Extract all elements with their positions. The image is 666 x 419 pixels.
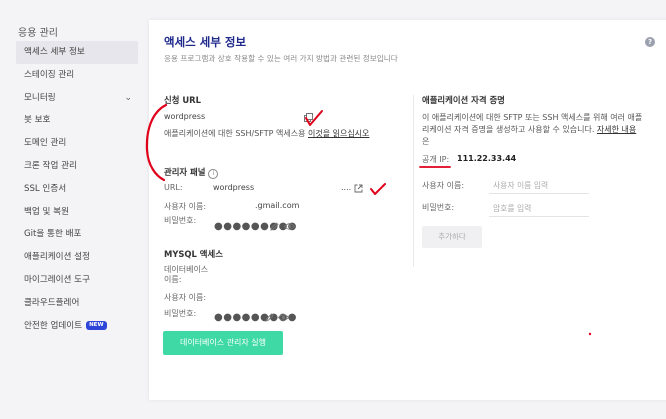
- cred-username-underline: [489, 193, 589, 194]
- admin-username-label: 사용자 이름:: [164, 202, 207, 211]
- admin-panel-heading: 관리자 패널 i: [164, 166, 219, 179]
- sidebar-item-label: 모니터링: [24, 92, 56, 103]
- sidebar-item-label: 마이그레이션 도구: [24, 274, 90, 285]
- mysql-username-label: 사용자 이름:: [164, 293, 207, 302]
- credentials-desc-line3: 은: [422, 137, 430, 146]
- new-badge: NEW: [86, 320, 107, 330]
- sidebar-item-ssl[interactable]: SSL 인증서: [16, 178, 138, 201]
- app-url-heading: 신청 URL: [164, 95, 201, 105]
- sidebar-item-label: Git을 통한 배포: [24, 229, 82, 240]
- sidebar-item-staging[interactable]: 스테이징 관리: [16, 64, 138, 87]
- admin-url-suffix: ....: [341, 183, 352, 192]
- sidebar-item-label: 액세스 세부 정보: [24, 47, 85, 57]
- mysql-db-label: 데이터베이스 이름:: [164, 265, 209, 284]
- launch-db-manager-button[interactable]: 데이터베이스 관리자 실행: [163, 331, 283, 355]
- mysql-password-label: 비밀번호:: [164, 309, 197, 318]
- pencil-icon[interactable]: [265, 313, 274, 322]
- sidebar-item-backup[interactable]: 백업 및 복원: [16, 201, 138, 224]
- public-ip-label: 공개 IP:: [422, 155, 450, 164]
- learn-more-link[interactable]: 자세한 내용: [597, 125, 636, 134]
- sidebar-heading: 응용 관리: [18, 28, 58, 39]
- sidebar-item-label: 애플리케이션 설정: [24, 252, 90, 263]
- chevron-down-icon: ⌄: [124, 92, 132, 103]
- sidebar-item-label: 스테이징 관리: [24, 69, 75, 80]
- ssh-note-text: 애플리케이션에 대한 SSH/SFTP 액세스용: [164, 129, 306, 138]
- sidebar-item-safe-updates[interactable]: 안전한 업데이트 NEW: [16, 315, 138, 338]
- sidebar-item-app-settings[interactable]: 애플리케이션 설정: [16, 246, 138, 269]
- app-url-value[interactable]: wordpress: [164, 112, 205, 121]
- admin-url-value[interactable]: wordpress: [213, 183, 254, 192]
- page-subtitle: 응용 프로그램과 상호 작용할 수 있는 여러 가지 방법과 관련된 정보입니다: [164, 54, 398, 63]
- mysql-heading: MYSQL 액세스: [164, 249, 223, 259]
- admin-username-value[interactable]: .gmail.com: [255, 201, 299, 210]
- sidebar-item-label: 도메인 관리: [24, 138, 67, 149]
- cred-username-label: 사용자 이름:: [422, 181, 465, 190]
- sidebar-item-migration[interactable]: 마이그레이션 도구: [16, 269, 138, 292]
- info-icon: i: [208, 169, 219, 179]
- sidebar-item-label: 크론 작업 관리: [24, 160, 77, 171]
- cred-password-input[interactable]: 암호를 입력: [493, 203, 531, 214]
- cred-username-input[interactable]: 사용자 이름 입력: [493, 180, 548, 191]
- sidebar-item-label: 백업 및 복원: [24, 206, 69, 217]
- sidebar-item-label: 봇 보호: [24, 115, 51, 126]
- admin-url-label: URL:: [164, 183, 183, 192]
- sidebar: 응용 관리 액세스 세부 정보 스테이징 관리 모니터링 ⌄ 봇 보호 도메인 관…: [0, 0, 140, 419]
- copy-icon[interactable]: [304, 113, 313, 122]
- sidebar-list: 액세스 세부 정보 스테이징 관리 모니터링 ⌄ 봇 보호 도메인 관리 크론 작…: [16, 41, 138, 337]
- access-details-card: 액세스 세부 정보 응용 프로그램과 상호 작용할 수 있는 여러 가지 방법과…: [149, 20, 666, 400]
- sidebar-item-label: SSL 인증서: [24, 183, 67, 194]
- external-link-icon[interactable]: [354, 184, 363, 193]
- sidebar-item-label: 클라우드플레어: [24, 297, 80, 308]
- sidebar-item-monitoring[interactable]: 모니터링 ⌄: [16, 87, 138, 110]
- sidebar-item-bot-protection[interactable]: 봇 보호: [16, 109, 138, 132]
- add-credential-button[interactable]: 추가하다: [422, 226, 482, 248]
- credentials-desc-text: 리케이션 자격 증명을 생성하고 사용할 수 있습니다.: [422, 125, 595, 134]
- question-circle-icon[interactable]: ?: [645, 37, 655, 47]
- eye-icon[interactable]: [278, 313, 289, 322]
- page-title: 액세스 세부 정보: [164, 35, 247, 49]
- sidebar-item-cloudflare[interactable]: 클라우드플레어: [16, 292, 138, 315]
- cred-password-label: 비밀번호:: [422, 203, 455, 212]
- admin-panel-heading-text: 관리자 패널: [164, 167, 206, 177]
- ssh-note: 애플리케이션에 대한 SSH/SFTP 액세스용 이것을 읽으십시오: [164, 128, 369, 139]
- credentials-desc-line1: 이 애플리케이션에 대한 SFTP 또는 SSH 액세스를 위해 여러 애플: [422, 113, 643, 122]
- credentials-heading: 애플리케이션 자격 증명: [422, 95, 505, 105]
- sidebar-item-access-details[interactable]: 액세스 세부 정보: [16, 41, 138, 64]
- sidebar-item-label: 안전한 업데이트: [24, 320, 83, 331]
- sidebar-item-git[interactable]: Git을 통한 배포: [16, 223, 138, 246]
- eye-icon[interactable]: [284, 222, 295, 231]
- read-this-link[interactable]: 이것을 읽으십시오: [308, 129, 369, 138]
- public-ip-value: 111.22.33.44: [457, 154, 517, 163]
- admin-password-label: 비밀번호:: [164, 216, 197, 225]
- pencil-icon[interactable]: [270, 222, 279, 231]
- credentials-desc-line2: 리케이션 자격 증명을 생성하고 사용할 수 있습니다. 자세한 내용: [422, 124, 636, 135]
- cred-password-underline: [489, 216, 589, 217]
- sidebar-item-cron[interactable]: 크론 작업 관리: [16, 155, 138, 178]
- sidebar-item-domain[interactable]: 도메인 관리: [16, 132, 138, 155]
- column-divider: [413, 95, 414, 267]
